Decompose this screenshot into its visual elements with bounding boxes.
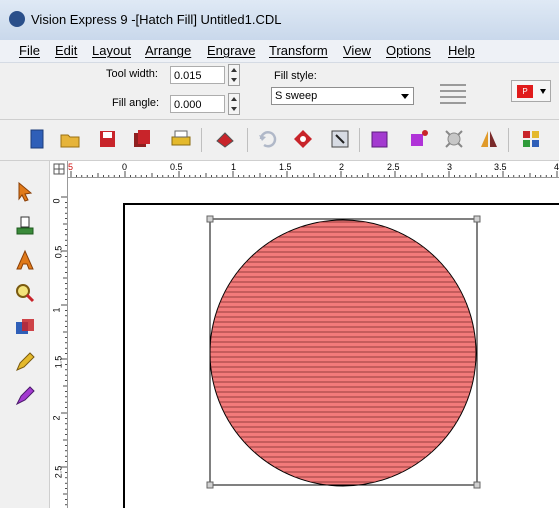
ruler-ticks	[61, 196, 67, 506]
toolbar-separator	[508, 128, 509, 152]
fill-angle-label: Fill angle:	[112, 97, 160, 109]
window-title: Vision Express 9 -[Hatch Fill] Untitled1…	[31, 12, 282, 27]
color-picker-button[interactable]: P	[511, 80, 551, 102]
toolbar-separator	[201, 128, 202, 152]
fill-tool-icon[interactable]	[14, 316, 36, 338]
print-icon[interactable]	[170, 128, 192, 150]
menu-layout[interactable]: Layout	[92, 43, 131, 58]
export-icon[interactable]	[369, 128, 391, 150]
title-bar: Vision Express 9 -[Hatch Fill] Untitled1…	[0, 0, 559, 40]
pen-tool-icon[interactable]	[14, 385, 36, 407]
canvas-drawing	[123, 203, 559, 508]
ruler-label: 1	[51, 307, 62, 313]
palette-icon[interactable]	[520, 128, 542, 150]
menu-bar: File Edit Layout Arrange Engrave Transfo…	[0, 40, 559, 63]
tool-width-label: Tool width:	[106, 68, 158, 80]
toolbar-separator	[247, 128, 248, 152]
zoom-tool-icon[interactable]	[14, 282, 36, 304]
pointer-tool-icon[interactable]	[14, 181, 36, 203]
horizontal-ruler: 5 0 0.5 1 1.5 2 2.5 3 3.5 4	[51, 161, 559, 178]
ruler-label: 2	[51, 415, 62, 421]
fill-style-label: Fill style:	[274, 70, 317, 82]
ruler-label: 2.5	[387, 162, 400, 172]
selection-handle[interactable]	[206, 481, 214, 489]
vertical-ruler: 0 0.5 1 1.5 2 2.5	[51, 177, 68, 508]
menu-view[interactable]: View	[343, 43, 371, 58]
app-logo-icon	[9, 11, 25, 27]
ruler-label: 4	[554, 162, 559, 172]
import-icon[interactable]	[329, 128, 351, 150]
pencil-tool-icon[interactable]	[14, 351, 36, 373]
hatched-circle[interactable]	[209, 219, 477, 487]
selection-handle[interactable]	[473, 215, 481, 223]
menu-file[interactable]: File	[19, 43, 40, 58]
ruler-label: 1.5	[53, 355, 64, 369]
open-folder-icon[interactable]	[59, 128, 81, 150]
tool-width-spinner[interactable]	[228, 64, 240, 86]
ruler-label: 3	[447, 162, 453, 172]
design-canvas[interactable]	[68, 178, 559, 508]
ruler-label: 0	[51, 198, 62, 204]
menu-help[interactable]: Help	[448, 43, 475, 58]
menu-engrave[interactable]: Engrave	[207, 43, 255, 58]
selection-handle[interactable]	[206, 215, 214, 223]
ruler-label: 1	[231, 162, 237, 172]
ruler-origin-label: 5	[68, 162, 74, 172]
menu-edit[interactable]: Edit	[55, 43, 77, 58]
ruler-label: 2.5	[53, 465, 64, 479]
new-file-icon[interactable]	[26, 128, 48, 150]
save-icon[interactable]	[97, 128, 119, 150]
ruler-label: 3.5	[494, 162, 507, 172]
tool-box	[0, 161, 50, 508]
fill-style-dropdown[interactable]: S sweep	[271, 87, 414, 105]
menu-transform[interactable]: Transform	[269, 43, 328, 58]
color-swatch: P	[517, 85, 533, 98]
undo-icon[interactable]	[257, 128, 279, 150]
mirror-icon[interactable]	[478, 128, 500, 150]
ruler-label: 0.5	[170, 162, 183, 172]
ruler-label: 0	[122, 162, 128, 172]
chevron-down-icon	[398, 90, 411, 102]
ruler-ticks	[70, 171, 558, 177]
menu-arrange[interactable]: Arrange	[145, 43, 191, 58]
main-toolbar	[0, 120, 559, 161]
ruler-label: 1.5	[279, 162, 292, 172]
chevron-down-icon	[540, 89, 546, 94]
save-copy-icon[interactable]	[131, 128, 153, 150]
text-tool-icon[interactable]	[14, 249, 36, 271]
fill-angle-spinner[interactable]	[228, 93, 240, 115]
toolbar-separator	[359, 128, 360, 152]
hatch-lines-icon[interactable]	[438, 80, 468, 106]
tool-width-field[interactable]: 0.015	[170, 66, 225, 84]
node-tool-icon[interactable]	[14, 215, 36, 237]
engrave-icon[interactable]	[214, 128, 236, 150]
redo-icon[interactable]	[292, 128, 314, 150]
node-edit-icon[interactable]	[407, 128, 429, 150]
weld-icon[interactable]	[443, 128, 465, 150]
ruler-origin-button[interactable]	[51, 161, 68, 178]
menu-options[interactable]: Options	[386, 43, 431, 58]
ruler-label: 0.5	[53, 245, 64, 259]
fill-angle-field[interactable]: 0.000	[170, 95, 225, 113]
fill-style-value: S sweep	[275, 90, 318, 102]
ruler-label: 2	[339, 162, 345, 172]
ruler-origin-icon	[53, 163, 65, 175]
selection-handle[interactable]	[473, 481, 481, 489]
